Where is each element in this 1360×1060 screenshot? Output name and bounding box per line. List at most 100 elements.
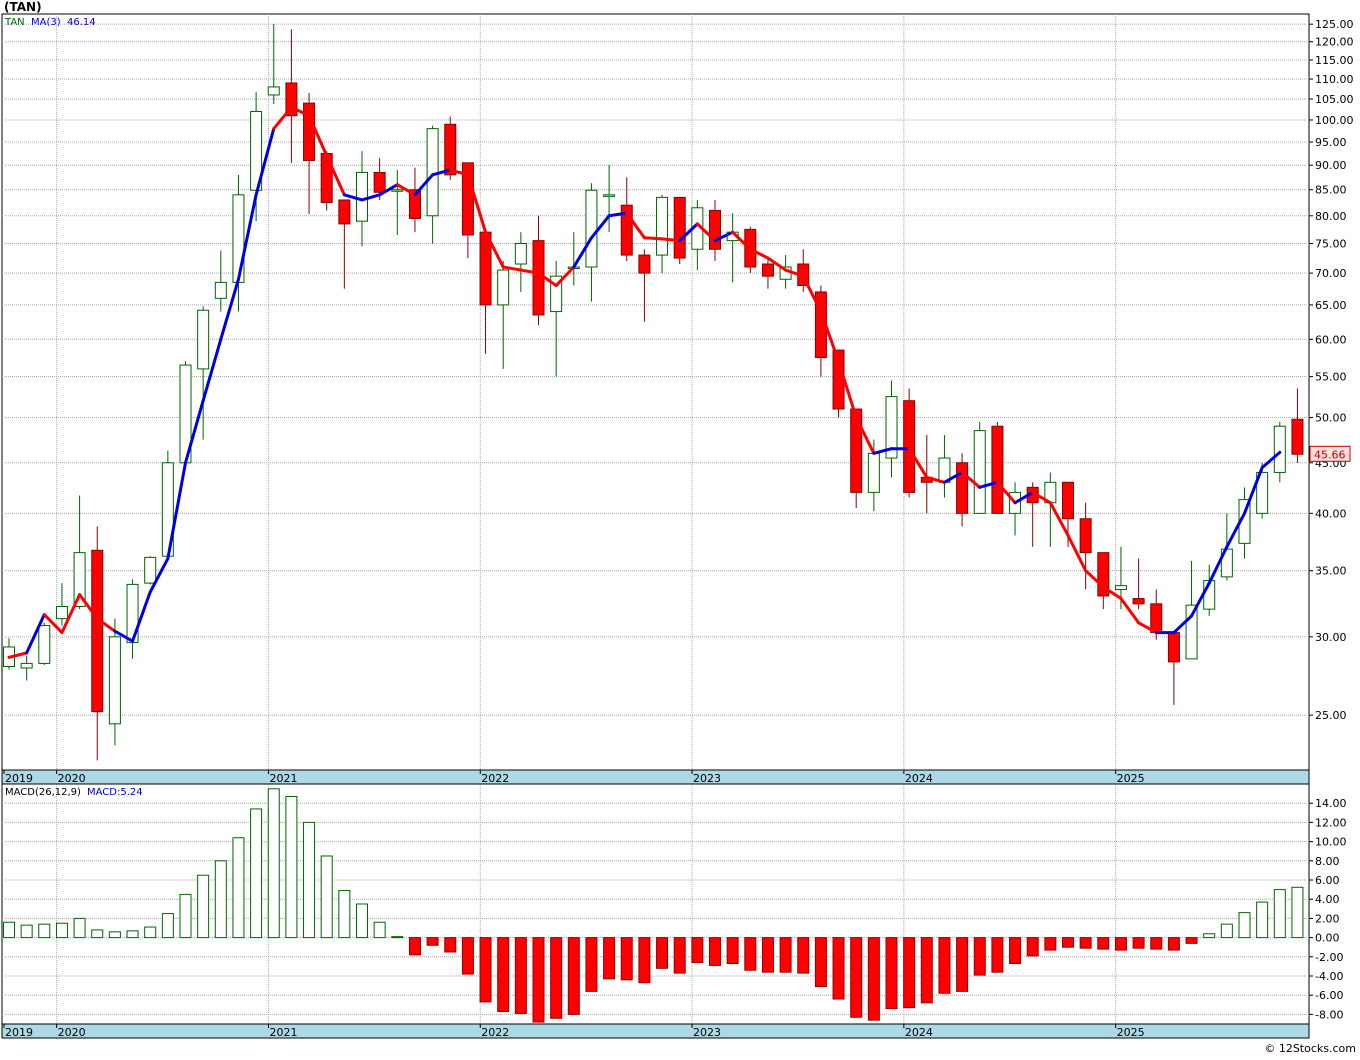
candle-down [1150, 603, 1163, 634]
price-tick-label: 115.00 [1315, 54, 1354, 67]
macd-bar-positive [232, 837, 245, 939]
macd-bar-positive [108, 931, 121, 939]
candle-up [585, 189, 598, 268]
macd-bar-positive [1238, 912, 1251, 939]
macd-tick-label: 2.00 [1315, 912, 1340, 925]
legend-ma-value: 46.14 [67, 17, 96, 28]
candle-down [91, 549, 104, 713]
price-tick-label: 100.00 [1315, 114, 1354, 127]
x-tick-label: 2020 [58, 1026, 86, 1039]
candle-up [197, 309, 210, 370]
x-axis-bar-macd [1, 1023, 1310, 1039]
candle-down [991, 425, 1004, 514]
price-tick-label: 105.00 [1315, 93, 1354, 106]
price-tick-label: 85.00 [1315, 184, 1347, 197]
macd-bar-negative [832, 937, 845, 1000]
macd-bar-positive [1256, 901, 1269, 939]
macd-bar-negative [779, 937, 792, 973]
macd-bar-negative [620, 937, 633, 981]
macd-tick-label: 4.00 [1315, 893, 1340, 906]
candle-down [1132, 598, 1145, 605]
price-tick-label: 110.00 [1315, 73, 1354, 86]
candle-up [1273, 425, 1286, 473]
candle-down [956, 462, 969, 514]
candle-down [709, 209, 721, 250]
candle-down [673, 196, 686, 259]
legend-ma-label: MA(3) [31, 17, 61, 28]
macd-bar-negative [461, 937, 474, 975]
macd-bar-negative [444, 937, 457, 953]
macd-tick-label: 0.00 [1315, 932, 1340, 945]
macd-bar-negative [1185, 937, 1198, 944]
macd-bar-positive [1291, 886, 1304, 939]
macd-bar-positive [267, 788, 280, 939]
candle-up [144, 556, 157, 584]
macd-bar-positive [338, 890, 351, 939]
price-tick-label: 35.00 [1315, 565, 1347, 578]
macd-tick-label: 12.00 [1315, 816, 1347, 829]
stock-chart: 25.0030.0035.0040.0045.0050.0055.0060.00… [1, 13, 1354, 1039]
price-tick-label: 50.00 [1315, 412, 1347, 425]
macd-bar-negative [691, 937, 704, 964]
price-tick-label: 90.00 [1315, 159, 1347, 172]
macd-tick-label: 14.00 [1315, 797, 1347, 810]
price-tick-label: 60.00 [1315, 333, 1347, 346]
last-price-label: 45.66 [1314, 448, 1346, 461]
candle-down [1079, 518, 1092, 554]
price-panel [1, 13, 1310, 771]
ma-segment [642, 236, 664, 241]
x-tick-label: 2024 [905, 772, 933, 785]
macd-bar-positive [179, 893, 192, 939]
candle-down [850, 408, 863, 493]
x-tick-label: 2025 [1117, 1026, 1145, 1039]
macd-bar-negative [797, 937, 810, 974]
x-tick-label: 2020 [58, 772, 86, 785]
macd-bar-negative [973, 937, 986, 976]
macd-tick-label: -4.00 [1315, 970, 1343, 983]
macd-bar-positive [1203, 933, 1216, 939]
macd-bar-negative [761, 937, 774, 973]
macd-bar-positive [144, 926, 157, 939]
x-tick-label: 2021 [269, 1026, 297, 1039]
macd-bar-positive [20, 924, 33, 939]
macd-bar-positive [356, 903, 368, 939]
price-tick-label: 95.00 [1315, 136, 1347, 149]
macd-bar-negative [885, 937, 898, 1010]
macd-bar-negative [814, 937, 827, 988]
macd-bar-negative [514, 937, 527, 1014]
x-tick-label: 2019 [5, 1026, 33, 1039]
candle-up [1114, 585, 1127, 590]
candle-up [973, 430, 986, 514]
price-tick-label: 25.00 [1315, 709, 1347, 722]
macd-tick-label: 8.00 [1315, 855, 1340, 868]
candle-down [532, 240, 545, 316]
candle-down [303, 102, 316, 161]
macd-bar-negative [709, 937, 721, 966]
x-axis-bar [1, 769, 1310, 785]
watermark: © 12Stocks.com [1264, 1042, 1356, 1055]
macd-bar-negative [479, 937, 492, 1003]
candle-up [497, 269, 510, 306]
x-tick-label: 2021 [269, 772, 297, 785]
macd-bar-negative [1079, 937, 1092, 949]
ma-segment [660, 237, 682, 243]
macd-bar-positive [38, 923, 51, 939]
macd-bar-negative [638, 937, 651, 984]
macd-bar-positive [1220, 923, 1233, 939]
x-tick-label: 2019 [5, 772, 33, 785]
macd-bar-positive [197, 874, 210, 939]
macd-bar-negative [1167, 937, 1180, 951]
macd-bar-negative [991, 937, 1004, 973]
candle-down [638, 254, 651, 274]
macd-bar-negative [603, 937, 616, 980]
macd-bar-negative [920, 937, 933, 1004]
macd-bar-negative [867, 937, 880, 1021]
macd-bar-positive [214, 860, 227, 939]
price-tick-label: 30.00 [1315, 631, 1347, 644]
macd-tick-label: -8.00 [1315, 1008, 1343, 1021]
macd-tick-label: -2.00 [1315, 951, 1343, 964]
macd-tick-label: 6.00 [1315, 874, 1340, 887]
macd-bar-negative [1114, 937, 1127, 951]
candle-up [214, 281, 227, 299]
macd-bar-positive [126, 930, 139, 939]
